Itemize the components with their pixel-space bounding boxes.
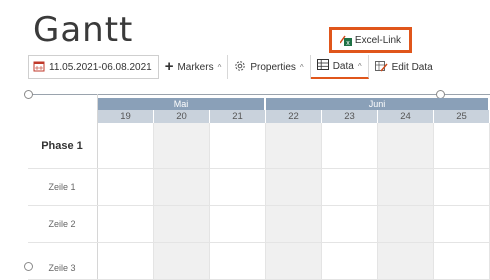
chevron-up-icon: ^ <box>357 61 362 71</box>
day-cell: 25 <box>434 110 490 123</box>
excel-link-label: Excel-Link <box>354 34 402 46</box>
edit-table-icon <box>374 60 388 75</box>
calendar-icon <box>33 60 45 75</box>
gear-icon <box>234 60 246 75</box>
day-cell: 19 <box>98 110 154 123</box>
properties-button[interactable]: Properties ^ <box>228 55 311 79</box>
gantt-row[interactable]: Zeile 1 <box>28 169 490 206</box>
gantt-chart: Mai Juni 19 20 21 22 23 24 25 Phase 1 Ze… <box>28 94 490 280</box>
day-cell: 23 <box>322 110 378 123</box>
date-range-label: 11.05.2021-06.08.2021 <box>49 61 152 73</box>
month-cell: Mai <box>98 98 266 110</box>
properties-label: Properties <box>250 61 296 73</box>
day-header: 19 20 21 22 23 24 25 <box>98 110 490 123</box>
day-cell: 20 <box>154 110 210 123</box>
toolbar: 11.05.2021-06.08.2021 + Markers ^ Proper… <box>28 55 490 79</box>
row-label: Zeile 1 <box>48 182 76 192</box>
chevron-up-icon: ^ <box>299 62 304 72</box>
markers-label: Markers <box>177 61 214 73</box>
day-cell: 21 <box>210 110 266 123</box>
gantt-row[interactable]: Zeile 3 <box>28 243 490 280</box>
row-label: Zeile 2 <box>48 219 76 229</box>
edit-data-label: Edit Data <box>391 61 433 73</box>
gantt-grid: Mai Juni 19 20 21 22 23 24 25 Phase 1 Ze… <box>28 94 490 280</box>
svg-text:x: x <box>346 40 350 46</box>
excel-link-button[interactable]: x Excel-Link <box>329 27 412 53</box>
table-icon <box>316 59 329 73</box>
gantt-row[interactable]: Zeile 2 <box>28 206 490 243</box>
day-cell: 24 <box>378 110 434 123</box>
markers-button[interactable]: + Markers ^ <box>159 55 229 79</box>
edit-data-button[interactable]: Edit Data <box>369 55 439 79</box>
data-button[interactable]: Data ^ <box>310 55 369 79</box>
gantt-row-phase[interactable]: Phase 1 <box>28 123 490 169</box>
data-label: Data <box>332 60 354 72</box>
row-label: Phase 1 <box>41 140 83 152</box>
day-cell: 22 <box>266 110 322 123</box>
excel-link-icon: x <box>339 34 352 47</box>
month-cell: Juni <box>266 98 490 110</box>
chevron-up-icon: ^ <box>217 62 222 72</box>
page-title: Gantt <box>33 10 134 50</box>
row-label: Zeile 3 <box>48 263 76 273</box>
date-range-button[interactable]: 11.05.2021-06.08.2021 <box>28 55 159 79</box>
month-header: Mai Juni <box>98 98 490 110</box>
plus-icon: + <box>164 58 174 75</box>
